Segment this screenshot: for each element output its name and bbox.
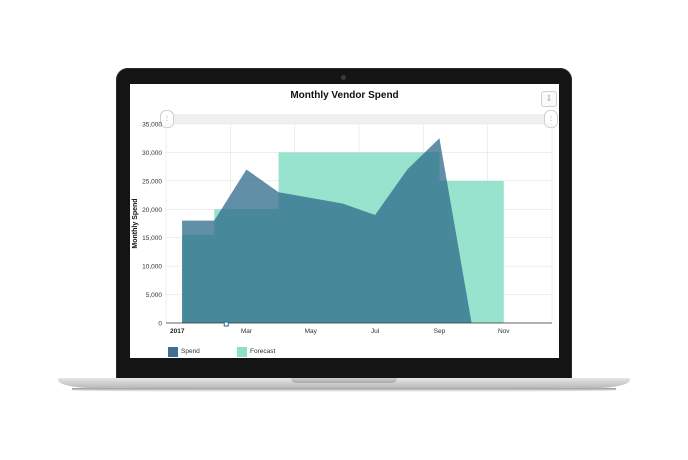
y-tick-label: 35,000	[142, 122, 162, 129]
y-tick-label: 5,000	[146, 292, 163, 299]
cursor-marker	[223, 321, 229, 327]
chart-screen: Monthly Vendor Spend ⇩ ⋮ ⋮ 0 5,000 10,000 1…	[130, 84, 559, 358]
x-tick-label: Sep	[434, 328, 446, 335]
legend-swatch-forecast	[237, 347, 247, 357]
camera-icon	[341, 75, 346, 80]
legend-label-forecast: Forecast	[250, 348, 276, 355]
legend-swatch-spend	[168, 347, 178, 357]
laptop-notch	[291, 378, 397, 383]
legend-item-forecast[interactable]: Forecast	[237, 347, 275, 357]
x-year-label: 2017	[170, 328, 185, 335]
y-tick-label: 15,000	[142, 235, 162, 242]
x-tick-label: Nov	[498, 328, 510, 335]
legend-label-spend: Spend	[181, 348, 200, 355]
x-tick-label: May	[305, 328, 318, 335]
x-tick-label: Jul	[371, 328, 380, 335]
laptop-shadow	[72, 388, 616, 392]
x-tick-label: Mar	[241, 328, 253, 335]
y-tick-label: 25,000	[142, 178, 162, 185]
y-tick-label: 30,000	[142, 150, 162, 157]
y-tick-label: 20,000	[142, 207, 162, 214]
chart-plot: 0 5,000 10,000 15,000 20,000 25,000 30,000 35,0…	[132, 122, 553, 335]
y-axis-label: Monthly Spend	[132, 198, 139, 248]
y-tick-label: 10,000	[142, 264, 162, 271]
y-tick-label: 0	[158, 321, 162, 328]
legend-item-spend[interactable]: Spend	[168, 347, 200, 357]
